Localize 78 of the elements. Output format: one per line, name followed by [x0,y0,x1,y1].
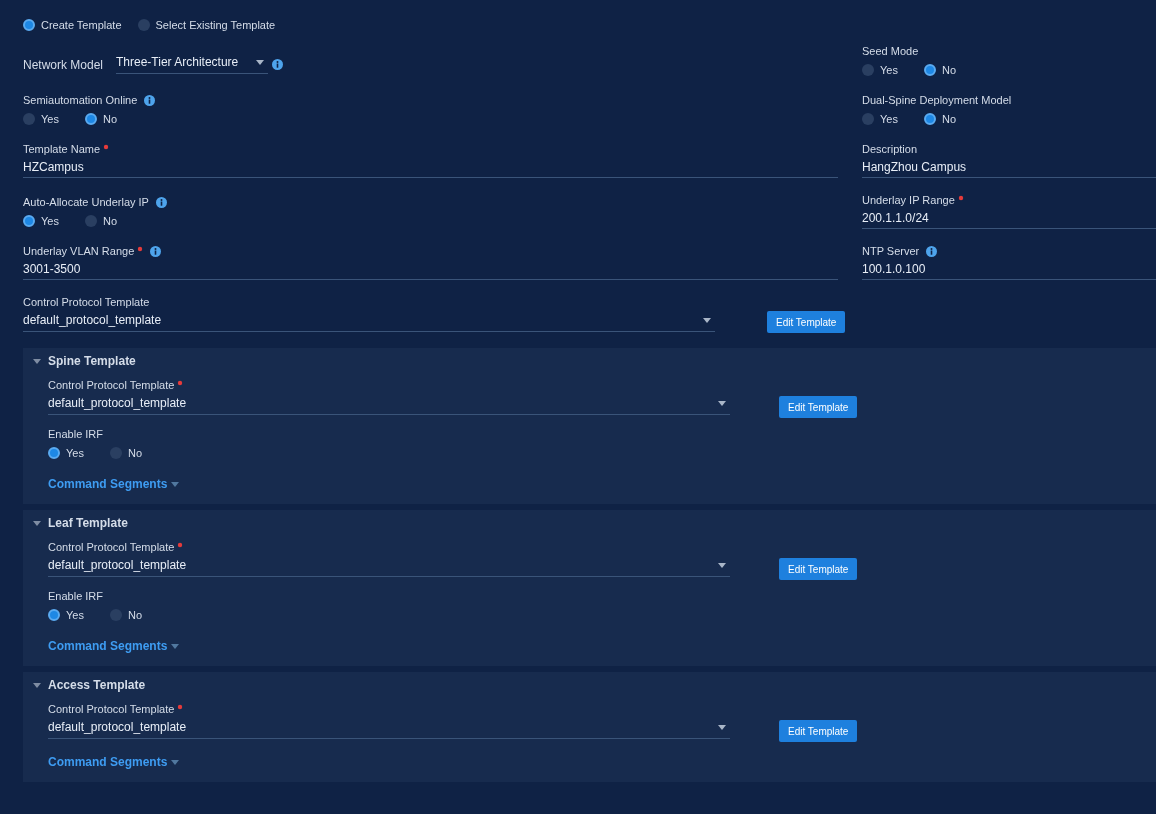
input-field[interactable]: 200.1.1.0/24 [862,211,1156,229]
radio-option[interactable]: Create Template [23,19,122,31]
radio-button[interactable] [48,447,60,459]
input-field[interactable]: HangZhou Campus [862,160,1156,178]
caret-icon [718,724,726,730]
field-label: Dual-Spine Deployment Model [862,94,1012,106]
edit-template-button[interactable]: Edit Template [779,396,858,418]
radio-button[interactable] [862,64,874,76]
caret-icon [171,643,180,649]
radio-option[interactable]: No [924,113,970,125]
radio-button[interactable] [924,64,936,76]
collapse-caret-icon[interactable] [33,682,41,688]
radio-button[interactable] [85,113,97,125]
select-field[interactable]: default_protocol_template [23,313,715,332]
input-field[interactable]: 3001-3500 [23,262,838,280]
info-icon[interactable] [155,196,167,208]
radio-option[interactable]: Yes [862,64,908,76]
info-icon[interactable] [272,59,283,70]
input-field[interactable]: HZCampus [23,160,838,178]
radio-option[interactable]: No [110,447,156,459]
radio-option[interactable]: No [85,113,131,125]
caret-icon [703,317,711,323]
select-field[interactable]: default_protocol_template [48,720,730,739]
radio-option[interactable]: Yes [48,447,94,459]
radio-option[interactable]: Yes [862,113,908,125]
caret-icon [256,59,264,65]
edit-template-button[interactable]: Edit Template [779,558,858,580]
caret-icon [718,400,726,406]
field-label: Template Name [23,143,101,155]
field-label: Semiautomation Online [23,94,138,106]
radio-option[interactable]: No [85,215,131,227]
radio-button[interactable] [85,215,97,227]
field-label: Seed Mode [862,45,919,57]
info-icon[interactable] [144,94,156,106]
radio-option[interactable]: No [924,64,970,76]
command-segments-link[interactable]: Command Segments [48,477,180,491]
command-segments-link[interactable]: Command Segments [48,639,180,653]
panel-title: Leaf Template [48,516,128,530]
radio-button[interactable] [862,113,874,125]
field-label: Network Model [23,57,105,72]
field-label: Control Protocol Template [48,541,175,553]
field-label: NTP Server [862,245,920,257]
select-field[interactable]: Three-Tier Architecture [116,55,268,74]
field-label: Control Protocol Template [23,296,150,308]
field-label: Enable IRF [48,428,104,440]
edit-template-button[interactable]: Edit Template [779,720,858,742]
caret-icon [171,481,180,487]
edit-template-button[interactable]: Edit Template [767,311,846,333]
field-label: Enable IRF [48,590,104,602]
radio-option[interactable]: Yes [23,113,69,125]
command-segments-link[interactable]: Command Segments [48,755,180,769]
radio-option[interactable]: Yes [48,609,94,621]
radio-option[interactable]: Yes [23,215,69,227]
caret-icon [718,562,726,568]
field-label: Underlay VLAN Range [23,245,135,257]
radio-button[interactable] [23,215,35,227]
radio-option[interactable]: Select Existing Template [137,19,276,31]
radio-button[interactable] [23,19,35,31]
radio-option[interactable]: No [110,609,156,621]
radio-button[interactable] [48,609,60,621]
field-label: Control Protocol Template [48,703,175,715]
info-icon[interactable] [926,245,938,257]
panel-title: Access Template [48,678,146,692]
field-label: Underlay IP Range [862,194,955,206]
field-label: Control Protocol Template [48,379,175,391]
panel-title: Spine Template [48,354,136,368]
caret-icon [171,759,180,765]
collapse-caret-icon[interactable] [33,520,41,526]
field-label: Auto-Allocate Underlay IP [23,196,149,208]
radio-button[interactable] [23,113,35,125]
select-field[interactable]: default_protocol_template [48,396,730,415]
select-field[interactable]: default_protocol_template [48,558,730,577]
radio-button[interactable] [137,19,150,31]
input-field[interactable]: 100.1.0.100 [862,262,1156,280]
collapse-caret-icon[interactable] [33,358,41,364]
radio-button[interactable] [924,113,936,125]
info-icon[interactable] [150,245,162,257]
field-label: Description [862,143,918,155]
